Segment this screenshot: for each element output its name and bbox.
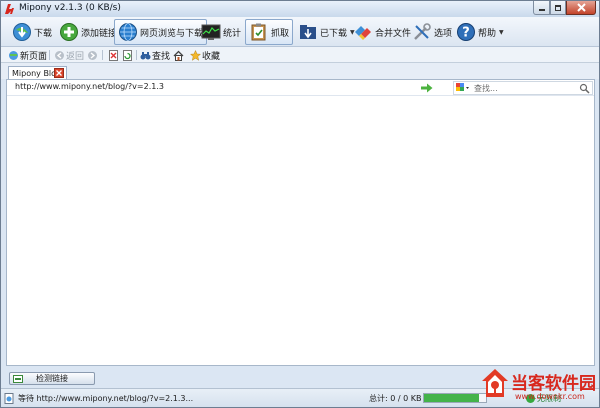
refresh-button[interactable] bbox=[122, 48, 134, 62]
new-page-label: 新页面 bbox=[20, 51, 48, 62]
tab-mipony-blog[interactable]: Mipony Blog bbox=[8, 66, 67, 79]
url-input[interactable]: http://www.mipony.net/blog/?v=2.1.3 bbox=[15, 82, 415, 94]
house-logo-icon bbox=[482, 369, 508, 397]
back-button[interactable]: 返回 bbox=[54, 48, 84, 62]
download-globe-icon bbox=[12, 22, 32, 42]
toolbar-downloaded-label: 已下载 bbox=[320, 28, 348, 39]
toolbar-grab-label: 抓取 bbox=[271, 28, 290, 39]
progress-fill bbox=[424, 394, 479, 402]
find-label: 查找 bbox=[152, 51, 171, 62]
check-links-icon bbox=[13, 375, 23, 383]
check-links-button[interactable]: 检测链接 bbox=[9, 372, 95, 385]
chevron-down-icon: ▼ bbox=[499, 28, 504, 36]
stop-button[interactable] bbox=[108, 48, 120, 62]
toolbar-download-button[interactable]: 下载 bbox=[8, 19, 56, 45]
search-input[interactable]: 查找... bbox=[474, 83, 574, 94]
toolbar-help-label: 帮助 bbox=[478, 28, 497, 39]
toolbar-stats-button[interactable]: 统计 bbox=[197, 19, 245, 45]
home-button[interactable] bbox=[173, 48, 185, 62]
search-engine-icon[interactable] bbox=[456, 83, 470, 94]
options-tools-icon bbox=[412, 22, 432, 42]
toolbar-merge-files-label: 合并文件 bbox=[375, 28, 412, 39]
toolbar-stats-label: 统计 bbox=[223, 28, 242, 39]
window-title: Mipony v2.1.3 (0 KB/s) bbox=[19, 3, 121, 13]
main-toolbar: 下载 添加链接 网页浏览与下载 统计 抓取 已下载 ▼ 合并文件 选项 ? 帮助… bbox=[1, 17, 599, 47]
toolbar-separator bbox=[102, 50, 103, 60]
close-icon bbox=[56, 70, 62, 76]
watermark: 当客软件园 www.downkr.com bbox=[479, 366, 599, 408]
home-icon bbox=[173, 50, 184, 61]
add-plus-icon bbox=[59, 22, 79, 42]
grab-clipboard-icon bbox=[249, 22, 269, 42]
web-globe-icon bbox=[118, 22, 138, 42]
toolbar-download-label: 下载 bbox=[34, 28, 53, 39]
downloaded-folder-icon bbox=[298, 22, 318, 42]
toolbar-web-browse-label: 网页浏览与下载 bbox=[140, 28, 204, 39]
favorites-label: 收藏 bbox=[202, 51, 221, 62]
binoculars-icon bbox=[140, 50, 151, 61]
close-button[interactable] bbox=[566, 1, 596, 15]
new-page-button[interactable]: 新页面 bbox=[8, 48, 47, 62]
toolbar-add-link-label: 添加链接 bbox=[81, 28, 118, 39]
back-arrow-icon bbox=[54, 50, 65, 61]
app-window: Mipony v2.1.3 (0 KB/s) 下载 添加链接 网页浏览与下载 统… bbox=[0, 0, 600, 408]
browser-panel: http://www.mipony.net/blog/?v=2.1.3 查找..… bbox=[6, 79, 595, 366]
merge-files-icon bbox=[353, 22, 373, 42]
navigation-bar: 新页面 返回 查找 收藏 bbox=[1, 47, 599, 63]
forward-button[interactable] bbox=[87, 48, 99, 62]
title-bar: Mipony v2.1.3 (0 KB/s) bbox=[1, 1, 599, 17]
toolbar-help-button[interactable]: ? 帮助 ▼ bbox=[452, 19, 508, 45]
total-size: 总计: 0 / 0 KB bbox=[369, 394, 422, 403]
new-page-icon bbox=[8, 50, 19, 61]
toolbar-web-browse-button[interactable]: 网页浏览与下载 bbox=[114, 19, 208, 45]
forward-arrow-icon bbox=[87, 50, 98, 61]
watermark-text: 当客软件园 bbox=[511, 374, 596, 394]
status-page-icon bbox=[4, 393, 14, 404]
search-icon[interactable] bbox=[579, 83, 590, 94]
status-message: 等待 http://www.mipony.net/blog/?v=2.1.3..… bbox=[18, 394, 194, 403]
stop-page-icon bbox=[108, 49, 119, 61]
back-label: 返回 bbox=[66, 51, 85, 62]
web-page-area[interactable] bbox=[7, 96, 594, 365]
check-links-label: 检测链接 bbox=[36, 374, 68, 383]
search-box: 查找... bbox=[453, 81, 593, 95]
close-icon bbox=[576, 3, 586, 12]
toolbar-add-link-button[interactable]: 添加链接 bbox=[55, 19, 121, 45]
tab-close-button[interactable] bbox=[54, 68, 64, 78]
help-question-icon: ? bbox=[456, 22, 476, 42]
minimize-button[interactable] bbox=[533, 1, 550, 15]
toolbar-merge-files-button[interactable]: 合并文件 bbox=[349, 19, 415, 45]
favorites-button[interactable]: 收藏 bbox=[190, 48, 220, 62]
maximize-icon bbox=[555, 4, 561, 11]
svg-text:?: ? bbox=[462, 26, 470, 41]
toolbar-options-label: 选项 bbox=[434, 28, 453, 39]
tab-strip: Mipony Blog bbox=[1, 63, 599, 79]
find-button[interactable]: 查找 bbox=[140, 48, 170, 62]
go-arrow-icon[interactable] bbox=[421, 83, 433, 93]
toolbar-options-button[interactable]: 选项 bbox=[408, 19, 456, 45]
download-progress-bar bbox=[423, 393, 487, 403]
maximize-button[interactable] bbox=[550, 1, 566, 15]
toolbar-separator bbox=[49, 50, 50, 60]
minimize-icon bbox=[538, 8, 545, 11]
watermark-url: www.downkr.com bbox=[515, 392, 585, 401]
mipony-logo-icon bbox=[5, 4, 14, 14]
address-row: http://www.mipony.net/blog/?v=2.1.3 查找..… bbox=[7, 80, 594, 96]
star-icon bbox=[190, 49, 201, 61]
refresh-page-icon bbox=[122, 49, 133, 61]
toolbar-grab-button[interactable]: 抓取 bbox=[245, 19, 294, 45]
stats-monitor-icon bbox=[201, 22, 221, 42]
toolbar-separator bbox=[136, 50, 137, 60]
